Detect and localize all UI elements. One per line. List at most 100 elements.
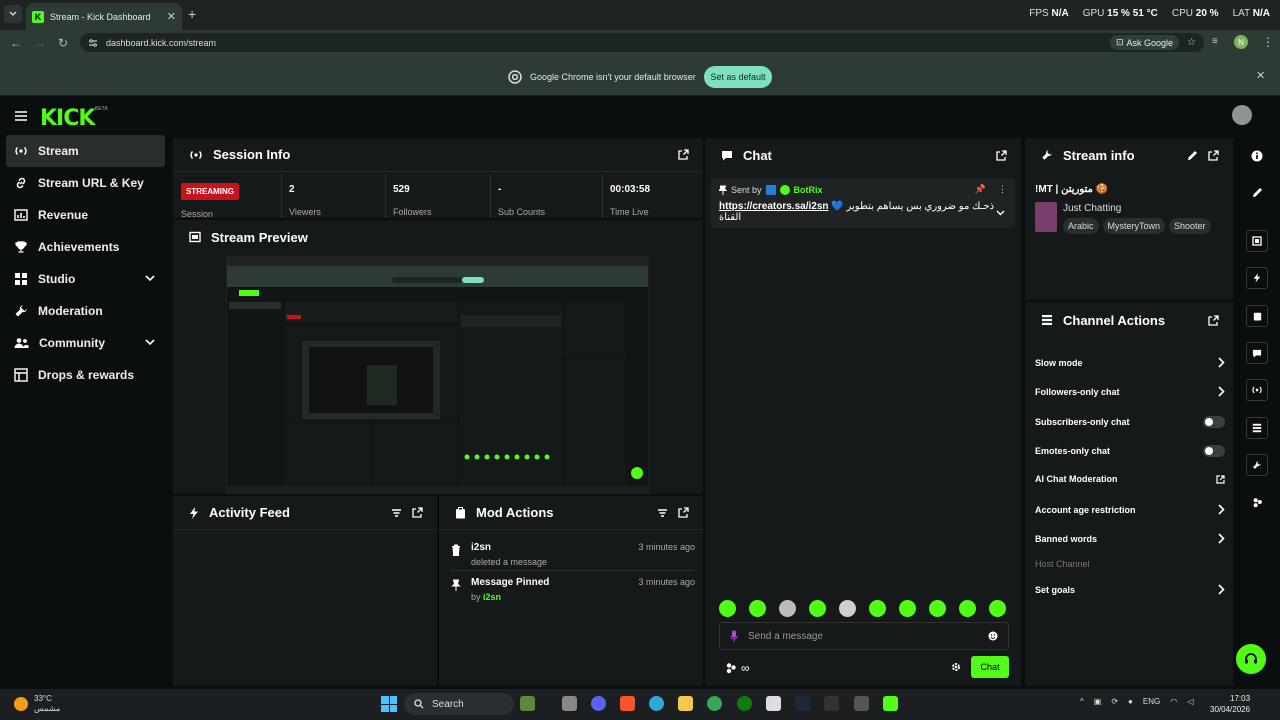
site-settings-icon[interactable] <box>88 38 98 48</box>
taskbar-search[interactable]: Search <box>404 693 514 715</box>
info-icon[interactable] <box>1246 145 1268 167</box>
sidebar-item-achievements[interactable]: Achievements <box>0 231 172 263</box>
chat-input[interactable]: Send a message <box>719 622 1009 650</box>
kick-logo[interactable]: KICK <box>40 106 95 131</box>
steam-icon[interactable] <box>795 696 810 711</box>
taskbar-widget-icon[interactable] <box>520 696 535 711</box>
chevron-down-icon[interactable] <box>144 272 156 284</box>
edit-layout-pencil-icon[interactable] <box>1246 181 1268 203</box>
app-icon[interactable] <box>766 696 781 711</box>
mod-action-user[interactable]: i2sn <box>471 542 628 553</box>
chevron-down-icon[interactable] <box>144 336 156 348</box>
emoji-picker-icon[interactable] <box>988 631 998 641</box>
emote-icon[interactable] <box>719 600 736 617</box>
infobar-close-icon[interactable]: ✕ <box>1256 69 1265 82</box>
action-slow-mode[interactable]: Slow mode <box>1035 357 1225 368</box>
chevron-down-icon[interactable] <box>996 210 1005 216</box>
sidebar-item-stream-url-key[interactable]: Stream URL & Key <box>0 167 172 199</box>
reading-list-icon[interactable]: ≡ <box>1212 36 1218 47</box>
url-bar[interactable]: dashboard.kick.com/stream ⊡ Ask Google ☆ <box>80 33 1204 52</box>
app-icon[interactable] <box>824 696 839 711</box>
rail-chat-icon[interactable] <box>1246 342 1268 364</box>
edge-browser-icon[interactable] <box>649 696 664 711</box>
weather-widget[interactable]: 33°C مشمس <box>14 694 60 714</box>
action-banned-words[interactable]: Banned words <box>1035 533 1225 544</box>
tab-close-icon[interactable]: ✕ <box>167 10 176 23</box>
sidebar-item-revenue[interactable]: Revenue <box>0 199 172 231</box>
chrome-taskbar-icon[interactable] <box>707 696 722 711</box>
user-avatar[interactable] <box>1232 105 1252 125</box>
menu-kebab-icon[interactable]: ⋮ <box>1262 35 1274 49</box>
task-view-icon[interactable] <box>562 696 577 711</box>
emote-icon[interactable] <box>839 600 856 617</box>
browser-tab[interactable]: K Stream - Kick Dashboard ✕ <box>26 3 182 30</box>
tag-chip[interactable]: Shooter <box>1169 218 1211 234</box>
edit-pencil-icon[interactable] <box>1187 150 1198 161</box>
rail-points-icon[interactable] <box>1246 491 1268 513</box>
filter-icon[interactable] <box>657 508 668 518</box>
emote-icon[interactable] <box>749 600 766 617</box>
tag-chip[interactable]: MysteryTown <box>1102 218 1166 234</box>
points-icon[interactable] <box>725 662 737 674</box>
sidebar-item-moderation[interactable]: Moderation <box>0 295 172 327</box>
kick-taskbar-icon[interactable] <box>883 696 898 711</box>
settings-icon[interactable] <box>854 696 869 711</box>
chat-settings-gear-icon[interactable] <box>951 662 961 672</box>
windows-start-icon[interactable] <box>381 696 397 712</box>
tag-chip[interactable]: Arabic <box>1063 218 1099 234</box>
sidebar-item-community[interactable]: Community <box>0 327 172 359</box>
stream-preview-video[interactable] <box>226 256 649 494</box>
emote-icon[interactable] <box>959 600 976 617</box>
file-explorer-icon[interactable] <box>678 696 693 711</box>
rail-activity-lightning-icon[interactable] <box>1246 267 1268 289</box>
tray-sync-icon[interactable]: ⟳ <box>1111 697 1118 706</box>
ask-google-button[interactable]: ⊡ Ask Google <box>1109 35 1180 50</box>
rail-broadcast-icon[interactable] <box>1246 379 1268 401</box>
profile-avatar[interactable]: N <box>1234 35 1248 49</box>
send-chat-button[interactable]: Chat <box>971 656 1009 678</box>
emote-icon[interactable] <box>989 600 1006 617</box>
emotes-only-toggle[interactable] <box>1203 445 1225 457</box>
set-default-button[interactable]: Set as default <box>704 66 772 88</box>
bookmark-star-icon[interactable]: ☆ <box>1187 37 1196 48</box>
sidebar-item-drops-rewards[interactable]: Drops & rewards <box>0 359 172 391</box>
category-name[interactable]: Just Chatting <box>1063 203 1121 214</box>
wifi-icon[interactable]: ◠ <box>1170 697 1177 706</box>
popout-icon[interactable] <box>678 507 689 518</box>
rail-mod-actions-icon[interactable] <box>1246 305 1268 327</box>
language-indicator[interactable]: ENG <box>1143 697 1160 706</box>
emote-icon[interactable] <box>929 600 946 617</box>
volume-icon[interactable]: ◁ <box>1187 697 1193 706</box>
back-icon[interactable]: ← <box>10 36 22 50</box>
popout-icon[interactable] <box>1208 149 1219 161</box>
forward-icon[interactable]: → <box>34 36 46 50</box>
tray-app-icon[interactable]: ▣ <box>1094 697 1102 706</box>
mod-action-user[interactable]: i2sn <box>483 592 501 602</box>
subscribers-only-toggle[interactable] <box>1203 416 1225 428</box>
url-text[interactable]: dashboard.kick.com/stream <box>106 38 1102 48</box>
tab-search-button[interactable] <box>4 5 22 23</box>
tray-chevron-icon[interactable]: ^ <box>1080 697 1084 706</box>
unpin-icon[interactable]: 📌 <box>975 184 986 195</box>
pinned-message-link[interactable]: https://creators.sa/i2sn <box>719 201 828 212</box>
taskbar-clock[interactable]: 17:03 30/04/2026 <box>1210 693 1250 715</box>
emote-icon[interactable] <box>779 600 796 617</box>
microphone-icon[interactable] <box>730 630 738 642</box>
emote-icon[interactable] <box>869 600 886 617</box>
support-headset-icon[interactable] <box>1236 644 1266 674</box>
new-tab-button[interactable]: + <box>188 6 196 22</box>
popout-icon[interactable] <box>412 507 423 518</box>
action-account-age[interactable]: Account age restriction <box>1035 504 1225 515</box>
sidebar-item-studio[interactable]: Studio <box>0 263 172 295</box>
xbox-icon[interactable] <box>737 696 752 711</box>
action-followers-only[interactable]: Followers-only chat <box>1035 386 1225 397</box>
discord-icon[interactable] <box>591 696 606 711</box>
action-set-goals[interactable]: Set goals <box>1035 584 1225 595</box>
emote-icon[interactable] <box>809 600 826 617</box>
rail-stream-info-wrench-icon[interactable] <box>1246 454 1268 476</box>
hamburger-menu-icon[interactable] <box>14 110 28 122</box>
pinned-menu-kebab-icon[interactable]: ⋮ <box>998 184 1007 195</box>
rail-channel-actions-icon[interactable] <box>1246 417 1268 439</box>
reload-icon[interactable]: ↻ <box>58 36 68 50</box>
popout-icon[interactable] <box>1208 314 1219 326</box>
